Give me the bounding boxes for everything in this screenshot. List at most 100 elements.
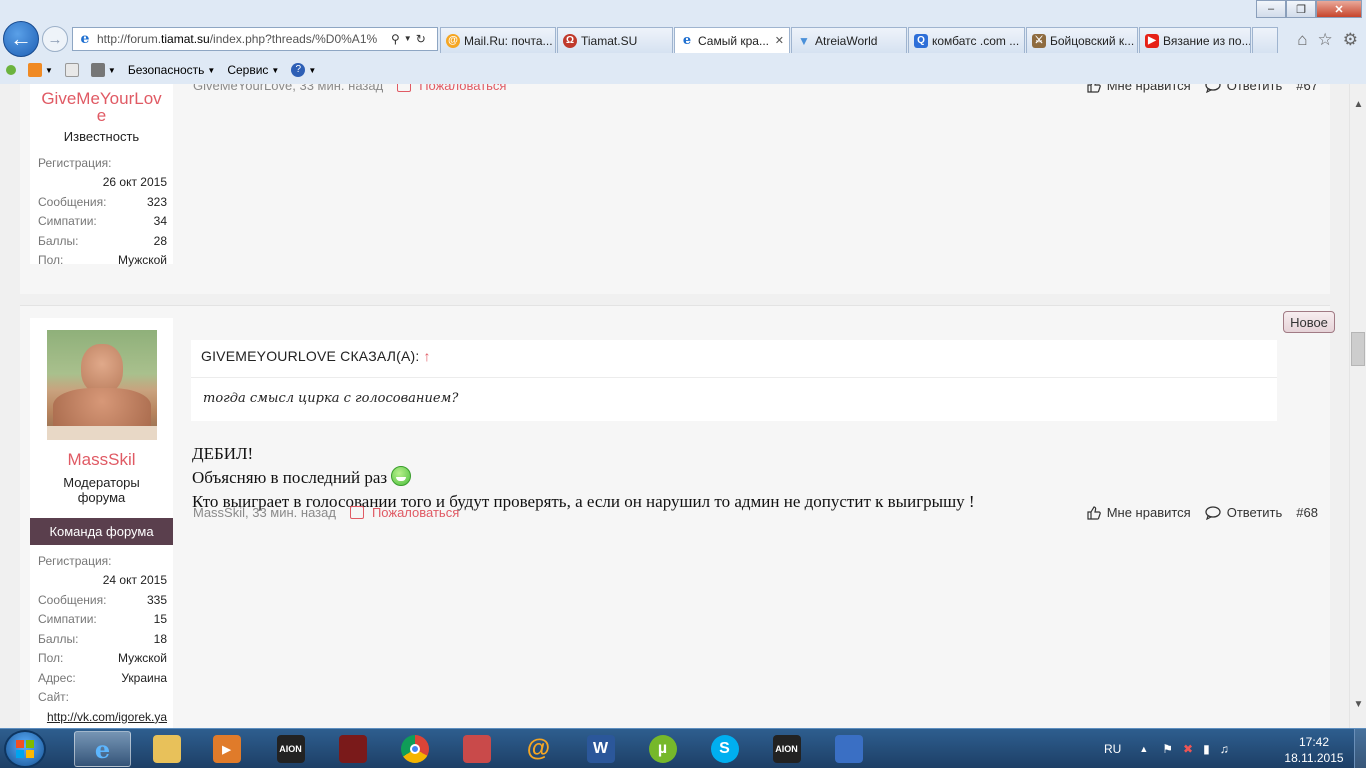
post-68-avatar[interactable] xyxy=(47,330,157,440)
quote-author: GIVEMEYOURLOVE СКАЗАЛ(А): xyxy=(201,348,420,364)
show-desktop-button[interactable] xyxy=(1354,729,1366,768)
taskbar-app[interactable] xyxy=(448,731,505,767)
help-menu[interactable]: ? ▼ xyxy=(291,63,316,77)
post-68-permalink[interactable]: #68 xyxy=(1296,505,1318,520)
msgs-value[interactable]: 335 xyxy=(147,593,167,607)
taskbar-skype[interactable]: S xyxy=(696,731,753,767)
report-icon xyxy=(349,506,364,519)
game-icon xyxy=(338,735,367,763)
taskbar-utorrent[interactable]: µ xyxy=(634,731,691,767)
taskbar-game[interactable] xyxy=(324,731,381,767)
close-window-button[interactable]: ✕ xyxy=(1316,0,1362,18)
site-link[interactable]: http://vk.com/igorek.ya xyxy=(47,710,167,724)
tab-fight-club[interactable]: ⚔ Бойцовский к... xyxy=(1026,27,1138,53)
refresh-icon[interactable]: ↻ xyxy=(416,32,426,46)
reg-label: Регистрация: xyxy=(38,553,112,568)
post-68-username[interactable]: MassSkil xyxy=(30,451,173,468)
volume-icon[interactable]: ♫ xyxy=(1220,742,1229,756)
addon-icon[interactable] xyxy=(6,65,16,75)
address-url[interactable]: http://forum.tiamat.su/index.php?threads… xyxy=(97,32,385,46)
taskbar-aion[interactable]: AION xyxy=(262,731,319,767)
tab-label: Бойцовский к... xyxy=(1050,33,1135,48)
post-67-report-link[interactable]: Пожаловаться xyxy=(397,84,506,93)
tab-mailru[interactable]: @ Mail.Ru: почта... xyxy=(440,27,556,53)
forward-arrow-icon: → xyxy=(47,30,63,48)
taskbar-explorer[interactable] xyxy=(138,731,195,767)
tab-combats[interactable]: Q комбатс .com ... xyxy=(908,27,1025,53)
post-67-author-time[interactable]: GiveMeYourLove, 33 мин. назад xyxy=(193,84,383,93)
new-tab-button[interactable] xyxy=(1252,27,1278,53)
help-icon: ? xyxy=(291,63,306,77)
mail-icon xyxy=(64,63,79,77)
taskbar-ie[interactable]: e xyxy=(74,731,131,767)
taskbar-app-2[interactable] xyxy=(820,731,877,767)
ie-tab-icon: e xyxy=(682,33,692,48)
ie-page-icon: e xyxy=(80,31,90,47)
search-icon[interactable]: ⚲ xyxy=(391,32,400,46)
thumbs-up-icon xyxy=(1087,505,1101,520)
taskbar-media-player[interactable]: ▶ xyxy=(198,731,255,767)
address-bar[interactable]: e http://forum.tiamat.su/index.php?threa… xyxy=(72,27,438,51)
likes-value: 34 xyxy=(153,214,167,229)
browser-chrome: – ❐ ✕ ← → e http://forum.tiamat.su/index… xyxy=(0,0,1366,84)
dropdown-icon[interactable]: ▼ xyxy=(404,32,412,46)
settings-gear-icon[interactable]: ⚙ xyxy=(1343,30,1358,50)
points-label: Баллы: xyxy=(38,233,79,248)
system-clock[interactable]: 17:42 18.11.2015 xyxy=(1282,734,1346,766)
network-warning-icon[interactable]: ✖ xyxy=(1183,742,1193,756)
tab-tiamat[interactable]: Ω Tiamat.SU xyxy=(557,27,673,53)
points-value[interactable]: 28 xyxy=(154,234,167,248)
scroll-down-icon[interactable]: ▼ xyxy=(1350,696,1366,713)
folder-icon xyxy=(152,735,181,763)
minimize-button[interactable]: – xyxy=(1256,0,1286,18)
start-button[interactable] xyxy=(4,730,46,768)
keyboard-language[interactable]: RU xyxy=(1104,742,1121,756)
rss-feeds-button[interactable]: ▼ xyxy=(28,63,53,77)
home-icon[interactable]: ⌂ xyxy=(1297,30,1307,50)
post-68-reply-button[interactable]: Ответить xyxy=(1205,505,1282,520)
restore-button[interactable]: ❐ xyxy=(1286,0,1316,18)
post-67-reply-button[interactable]: Ответить xyxy=(1205,84,1282,93)
vertical-scrollbar[interactable]: ▲ ▼ xyxy=(1349,84,1366,728)
post-68-like-button[interactable]: Мне нравится xyxy=(1087,505,1191,520)
mail-button[interactable] xyxy=(64,63,79,77)
forward-button[interactable]: → xyxy=(42,26,68,52)
back-button[interactable]: ← xyxy=(3,21,39,57)
msgs-value[interactable]: 323 xyxy=(147,195,167,209)
post-68-report-link[interactable]: Пожаловаться xyxy=(349,505,459,520)
taskbar-aion-2[interactable]: AION xyxy=(758,731,815,767)
ie-icon: e xyxy=(94,734,111,764)
signal-icon[interactable]: ▮ xyxy=(1203,742,1210,756)
favorites-star-icon[interactable]: ☆ xyxy=(1318,30,1333,50)
quote-jump-arrow-icon[interactable]: ↑ xyxy=(424,348,431,364)
taskbar-mailru-agent[interactable]: @ xyxy=(510,731,567,767)
post-68-message: ДЕБИЛ! Объясняю в последний раз Кто выиг… xyxy=(192,442,975,514)
clock-time: 17:42 xyxy=(1298,735,1330,749)
taskbar-word[interactable]: W xyxy=(572,731,629,767)
tray-expand-icon[interactable]: ▲ xyxy=(1139,744,1148,754)
tab-label: Вязание из по... xyxy=(1163,33,1251,48)
post-68-actions: Мне нравится Ответить #68 xyxy=(1073,505,1318,520)
scroll-thumb[interactable] xyxy=(1351,332,1365,366)
swords-icon: ⚔ xyxy=(1032,33,1046,48)
tab-label: AtreiaWorld xyxy=(815,33,878,48)
post-68-author-time[interactable]: MassSkil, 33 мин. назад xyxy=(193,505,336,520)
tab-current[interactable]: e Самый кра... ✕ xyxy=(674,27,790,53)
points-value[interactable]: 18 xyxy=(154,632,167,646)
message-line-with-smiley: Объясняю в последний раз xyxy=(192,466,975,490)
post-67-username[interactable]: GiveMeYourLov e xyxy=(30,84,173,124)
scroll-up-icon[interactable]: ▲ xyxy=(1350,96,1366,113)
close-tab-icon[interactable]: ✕ xyxy=(771,34,784,47)
service-menu[interactable]: Сервис ▼ xyxy=(227,63,279,77)
post-67-like-button[interactable]: Мне нравится xyxy=(1087,84,1191,93)
taskbar-chrome[interactable] xyxy=(386,731,443,767)
safety-menu[interactable]: Безопасность ▼ xyxy=(128,63,215,77)
address-value: Украина xyxy=(121,670,167,685)
tab-label: Mail.Ru: почта... xyxy=(464,33,553,48)
action-center-icon[interactable]: ⚑ xyxy=(1162,742,1173,756)
tab-youtube[interactable]: ▶ Вязание из по... xyxy=(1139,27,1251,53)
new-post-badge: Новое xyxy=(1283,311,1335,333)
tab-atreiaworld[interactable]: ▼ AtreiaWorld xyxy=(791,27,907,53)
post-67-permalink[interactable]: #67 xyxy=(1296,84,1318,93)
print-button[interactable]: ▼ xyxy=(90,63,116,77)
